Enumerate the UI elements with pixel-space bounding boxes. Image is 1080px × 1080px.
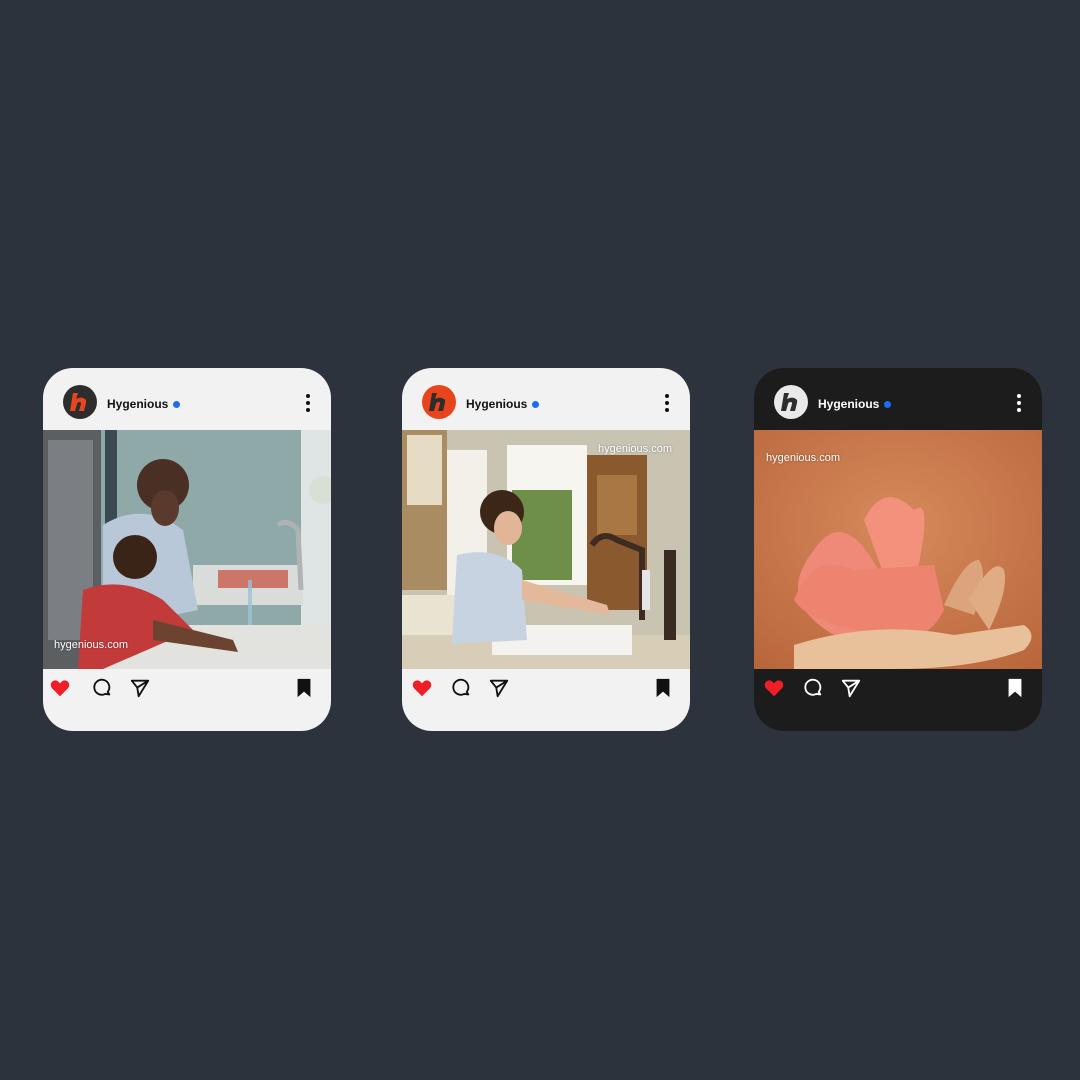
post-card-3: Hygenious hygenious.com bbox=[754, 368, 1042, 731]
bookmark-icon[interactable] bbox=[652, 677, 674, 699]
more-vertical-icon[interactable] bbox=[305, 394, 311, 414]
username-text[interactable]: Hygenious bbox=[466, 397, 527, 411]
brand-logo-icon bbox=[70, 393, 87, 411]
post-header: Hygenious bbox=[402, 368, 690, 430]
watermark-text: hygenious.com bbox=[766, 452, 840, 464]
send-icon[interactable] bbox=[488, 677, 510, 699]
post-card-1: Hygenious hygenious.com bbox=[43, 368, 331, 731]
send-icon[interactable] bbox=[129, 677, 151, 699]
verified-badge-icon bbox=[532, 400, 540, 408]
heart-icon[interactable] bbox=[763, 677, 785, 699]
username[interactable]: Hygenious bbox=[466, 397, 540, 411]
verified-badge-icon bbox=[173, 400, 181, 408]
more-vertical-icon[interactable] bbox=[664, 394, 670, 414]
comment-icon[interactable] bbox=[450, 677, 472, 699]
more-vertical-icon[interactable] bbox=[1016, 394, 1022, 414]
comment-icon[interactable] bbox=[91, 677, 113, 699]
send-icon[interactable] bbox=[840, 677, 862, 699]
profile-avatar[interactable] bbox=[63, 385, 97, 419]
comment-icon[interactable] bbox=[802, 677, 824, 699]
brand-logo-icon bbox=[429, 393, 446, 411]
post-image: hygenious.com bbox=[754, 430, 1042, 669]
heart-icon[interactable] bbox=[49, 677, 71, 699]
username[interactable]: Hygenious bbox=[818, 397, 892, 411]
verified-badge-icon bbox=[884, 400, 892, 408]
brand-logo-icon bbox=[781, 393, 798, 411]
post-card-2: Hygenious hygenious.com bbox=[402, 368, 690, 731]
profile-avatar[interactable] bbox=[774, 385, 808, 419]
post-actions bbox=[43, 677, 331, 701]
watermark-text: hygenious.com bbox=[598, 443, 672, 455]
bookmark-icon[interactable] bbox=[1004, 677, 1026, 699]
bookmark-icon[interactable] bbox=[293, 677, 315, 699]
username[interactable]: Hygenious bbox=[107, 397, 181, 411]
username-text[interactable]: Hygenious bbox=[818, 397, 879, 411]
username-text[interactable]: Hygenious bbox=[107, 397, 168, 411]
post-actions bbox=[754, 677, 1042, 701]
watermark-text: hygenious.com bbox=[54, 639, 128, 651]
post-header: Hygenious bbox=[754, 368, 1042, 430]
profile-avatar[interactable] bbox=[422, 385, 456, 419]
heart-icon[interactable] bbox=[411, 677, 433, 699]
post-image: hygenious.com bbox=[43, 430, 331, 669]
post-image: hygenious.com bbox=[402, 430, 690, 669]
post-header: Hygenious bbox=[43, 368, 331, 430]
post-actions bbox=[402, 677, 690, 701]
